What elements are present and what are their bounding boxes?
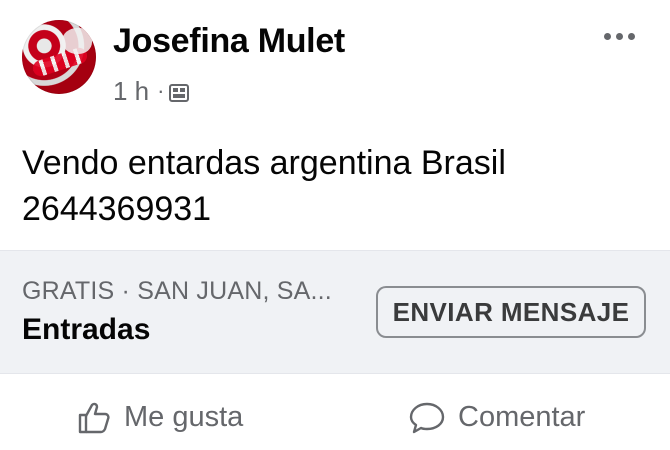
comment-button[interactable]: Comentar [408, 385, 585, 450]
marketplace-listing[interactable]: GRATIS · SAN JUAN, SA... Entradas ENVIAR… [0, 250, 670, 374]
post-meta: 1 h · [113, 76, 190, 106]
comment-icon [409, 402, 445, 433]
comment-label: Comentar [458, 401, 586, 433]
post-body: Vendo entardas argentina Brasil 26443699… [22, 140, 642, 232]
post-timestamp[interactable]: 1 h [113, 76, 149, 107]
post-text-line-2: 2644369931 [22, 190, 212, 228]
author-name[interactable]: Josefina Mulet [113, 22, 345, 61]
like-button[interactable]: Me gusta [76, 385, 243, 450]
thumbs-up-icon [78, 402, 110, 433]
marketplace-icon [168, 80, 190, 102]
more-options-icon[interactable] [596, 22, 642, 50]
meta-separator: · [157, 78, 165, 103]
like-label: Me gusta [124, 401, 244, 433]
listing-price-location: GRATIS · SAN JUAN, SA... [22, 277, 332, 305]
author-avatar[interactable] [22, 20, 96, 94]
send-message-button[interactable]: ENVIAR MENSAJE [376, 286, 646, 338]
post-header: Josefina Mulet 1 h · [0, 0, 670, 120]
listing-title: Entradas [22, 313, 151, 346]
post-action-bar: Me gusta Comentar [0, 385, 670, 450]
post-text-line-1: Vendo entardas argentina Brasil [22, 144, 506, 182]
